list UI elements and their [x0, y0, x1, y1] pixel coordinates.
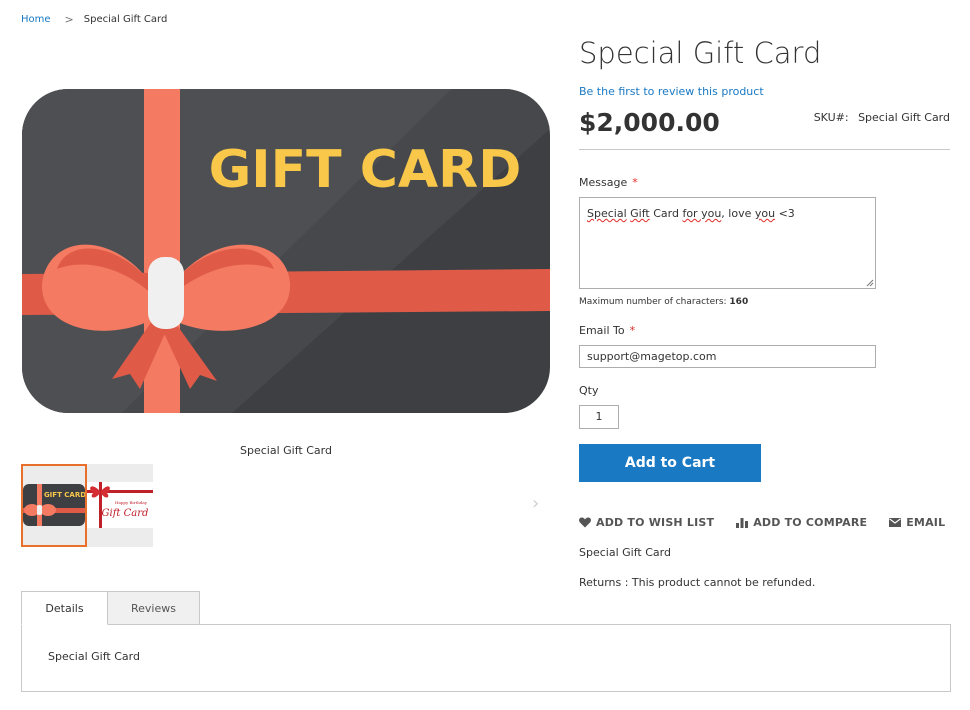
main-image-caption: Special Gift Card: [240, 444, 332, 457]
add-to-cart-button[interactable]: Add to Cart: [579, 444, 761, 482]
message-text-part: Card: [649, 207, 683, 220]
envelope-icon: [889, 518, 902, 527]
message-text-part: Special: [587, 207, 627, 220]
compare-label: ADD TO COMPARE: [753, 516, 868, 529]
thumbnail-1-image: GIFT CARD: [23, 484, 85, 526]
thumbnail-1[interactable]: GIFT CARD: [21, 464, 87, 547]
message-textarea[interactable]: Special Gift Card for you, love you <3: [579, 197, 876, 289]
sku-label: SKU#:: [813, 111, 849, 124]
wishlist-label: ADD TO WISH LIST: [596, 516, 715, 529]
max-characters-value: 160: [729, 297, 749, 307]
breadcrumb: Home > Special Gift Card: [21, 13, 167, 26]
bar-chart-icon: [736, 518, 749, 528]
page-title: Special Gift Card: [579, 36, 822, 70]
tab-panel-details: [21, 624, 951, 692]
required-mark: *: [632, 176, 638, 189]
details-content: Special Gift Card: [48, 650, 140, 663]
message-text-part: for you: [682, 207, 722, 220]
email-label: Email To *: [579, 324, 635, 337]
thumbnail-2-small-text: Happy Birthday: [115, 500, 148, 505]
message-text-part: you: [754, 207, 776, 220]
add-to-compare-link[interactable]: ADD TO COMPARE: [736, 516, 867, 529]
thumbnail-2-image: Happy Birthday Gift Card: [87, 482, 153, 528]
max-characters-label: Maximum number of characters:: [579, 297, 727, 307]
thumbnail-2[interactable]: Happy Birthday Gift Card: [87, 464, 153, 547]
gallery-next-arrow-icon[interactable]: ›: [532, 493, 539, 514]
email-field[interactable]: support@magetop.com: [579, 345, 876, 368]
info-divider: [579, 149, 950, 150]
short-description: Special Gift Card: [579, 546, 671, 559]
message-text-part: , love: [721, 207, 755, 220]
heart-icon: [579, 517, 591, 528]
resize-grip-icon[interactable]: [866, 279, 874, 287]
returns-policy: Returns : This product cannot be refunde…: [579, 576, 816, 589]
add-to-wishlist-link[interactable]: ADD TO WISH LIST: [579, 516, 714, 529]
product-sku: SKU#: Special Gift Card: [814, 111, 950, 124]
breadcrumb-home-link[interactable]: Home: [21, 14, 51, 25]
review-link[interactable]: Be the first to review this product: [579, 85, 764, 98]
message-label: Message *: [579, 176, 638, 189]
max-characters-note: Maximum number of characters: 160: [579, 297, 748, 307]
product-main-image[interactable]: GIFT CARD: [22, 89, 550, 413]
gift-card-image-text: GIFT CARD: [209, 140, 522, 200]
product-actions: ADD TO WISH LIST ADD TO COMPARE EMAIL: [579, 516, 967, 529]
thumbnail-2-text: Gift Card: [102, 508, 149, 519]
tab-details[interactable]: Details: [21, 591, 108, 625]
qty-input[interactable]: 1: [579, 405, 619, 429]
breadcrumb-separator: >: [64, 13, 74, 26]
qty-label: Qty: [579, 384, 599, 397]
required-mark: *: [629, 324, 636, 337]
tab-reviews[interactable]: Reviews: [107, 591, 200, 625]
email-label-action: EMAIL: [906, 516, 946, 529]
sku-value: Special Gift Card: [858, 111, 950, 124]
message-text-part: <3: [775, 207, 795, 220]
product-price: $2,000.00: [579, 108, 720, 137]
email-friend-link[interactable]: EMAIL: [889, 516, 945, 529]
message-label-text: Message: [579, 176, 628, 189]
breadcrumb-current: Special Gift Card: [83, 14, 168, 25]
message-text-part: Gift: [630, 207, 650, 220]
email-label-text: Email To: [579, 324, 625, 337]
thumbnail-1-text: GIFT CARD: [44, 491, 85, 499]
